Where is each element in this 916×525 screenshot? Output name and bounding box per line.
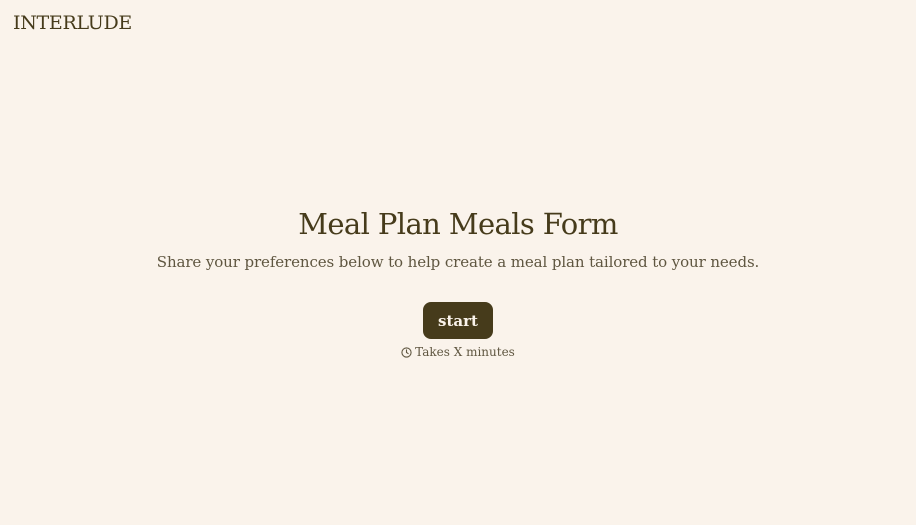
- duration-text: Takes X minutes: [415, 345, 515, 359]
- page-title: Meal Plan Meals Form: [298, 207, 618, 241]
- page-subtitle: Share your preferences below to help cre…: [156, 253, 760, 271]
- duration-note: Takes X minutes: [0, 345, 916, 359]
- form-intro: Meal Plan Meals Form Share your preferen…: [0, 205, 916, 359]
- clock-icon: [401, 346, 412, 358]
- brand-logo: INTERLUDE: [13, 12, 132, 34]
- start-button[interactable]: start: [423, 302, 493, 339]
